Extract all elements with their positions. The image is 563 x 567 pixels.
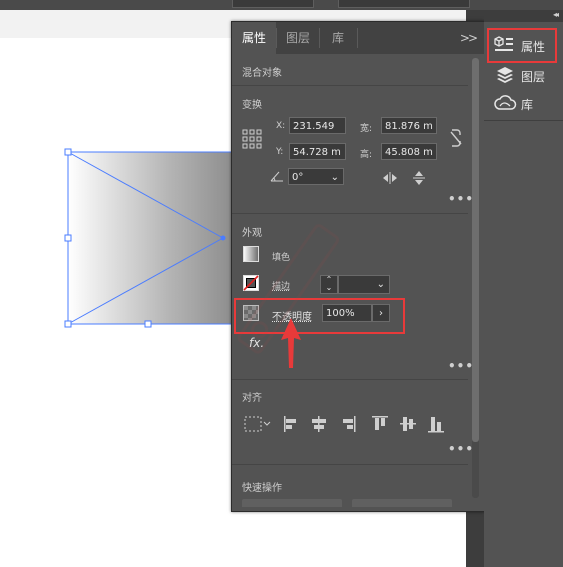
transform-more-icon[interactable]: ••• xyxy=(448,192,474,206)
tab-properties[interactable]: 属性 xyxy=(232,22,276,54)
transform-title: 变换 xyxy=(242,100,262,111)
align-more-icon[interactable]: ••• xyxy=(448,442,474,456)
layers-icon xyxy=(497,67,513,83)
reference-point-icon[interactable] xyxy=(242,129,262,149)
stroke-weight-stepper[interactable]: ⌃ ⌄ xyxy=(320,275,338,294)
y-label: Y: xyxy=(276,147,284,157)
fill-label: 填色 xyxy=(272,253,291,263)
width-field[interactable]: 81.876 m xyxy=(381,117,437,134)
appearance-title: 外观 xyxy=(242,228,262,239)
width-label: 宽: xyxy=(360,124,373,134)
scrollbar-thumb[interactable] xyxy=(472,58,479,442)
distribute-options-icon[interactable] xyxy=(244,414,272,434)
properties-panel: 属性 图层 库 >> 混合对象 变换 X: 231.549 宽: 81.876 … xyxy=(231,21,485,512)
align-title: 对齐 xyxy=(242,393,262,404)
chevron-down-icon[interactable]: ⌄ xyxy=(377,276,385,293)
tab-libraries[interactable]: 库 xyxy=(320,22,356,54)
quick-action-button-1[interactable] xyxy=(242,499,342,507)
panel-tab-bar: 属性 图层 库 >> xyxy=(232,22,484,54)
dock-header: ◂◂ xyxy=(484,10,563,22)
rotate-angle-value: 0° xyxy=(292,172,304,183)
height-field[interactable]: 45.808 m xyxy=(381,143,437,160)
libraries-icon xyxy=(494,95,517,110)
tab-layers[interactable]: 图层 xyxy=(277,22,319,54)
align-right-icon[interactable] xyxy=(340,414,358,434)
dock-item-label: 图层 xyxy=(521,70,546,84)
flip-horizontal-icon[interactable] xyxy=(382,172,398,184)
align-bottom-icon[interactable] xyxy=(426,414,444,434)
panel-scrollbar[interactable] xyxy=(472,58,479,498)
height-label: 高: xyxy=(360,150,373,160)
chevron-down-icon[interactable]: ⌄ xyxy=(331,169,339,184)
highlight-properties-dock xyxy=(487,28,557,63)
highlight-opacity-row xyxy=(234,298,405,334)
panel-menu-icon[interactable]: >> xyxy=(460,31,478,45)
effects-fx-button[interactable]: fx. xyxy=(249,336,264,350)
align-top-icon[interactable] xyxy=(370,414,388,434)
top-bar xyxy=(0,0,563,10)
constrain-proportions-icon[interactable] xyxy=(449,128,463,148)
align-horizontal-center-icon[interactable] xyxy=(310,414,328,434)
dock-item-label: 库 xyxy=(521,98,534,112)
align-left-icon[interactable] xyxy=(282,414,300,434)
flip-vertical-icon[interactable] xyxy=(413,170,425,186)
dock-item-layers[interactable]: 图层 xyxy=(490,62,560,88)
x-field[interactable]: 231.549 xyxy=(289,117,346,134)
stroke-weight-field[interactable]: ⌄ xyxy=(338,275,390,294)
rotate-angle-field[interactable]: 0° ⌄ xyxy=(288,168,344,185)
fill-swatch-icon[interactable] xyxy=(243,246,259,262)
align-vertical-center-icon[interactable] xyxy=(398,414,416,434)
quick-actions-title: 快速操作 xyxy=(242,483,282,494)
annotation-arrow-icon xyxy=(281,318,301,368)
rotate-angle-icon xyxy=(270,171,283,182)
y-field[interactable]: 54.728 m xyxy=(289,143,346,160)
panel-dock: ◂◂ 属性 图层 库 xyxy=(484,10,563,567)
quick-action-button-2[interactable] xyxy=(352,499,452,507)
stroke-label[interactable]: 描边 xyxy=(272,279,290,292)
stroke-swatch-icon[interactable] xyxy=(243,275,259,291)
top-bar-field-right[interactable] xyxy=(338,0,470,8)
appearance-more-icon[interactable]: ••• xyxy=(448,359,474,373)
dock-item-libraries[interactable]: 库 xyxy=(490,90,560,116)
x-label: X: xyxy=(276,121,286,131)
top-bar-field-left[interactable] xyxy=(232,0,314,8)
collapse-dock-icon[interactable]: ◂◂ xyxy=(553,10,559,19)
selection-bounding-box[interactable] xyxy=(60,144,240,334)
object-type-label: 混合对象 xyxy=(242,68,282,79)
